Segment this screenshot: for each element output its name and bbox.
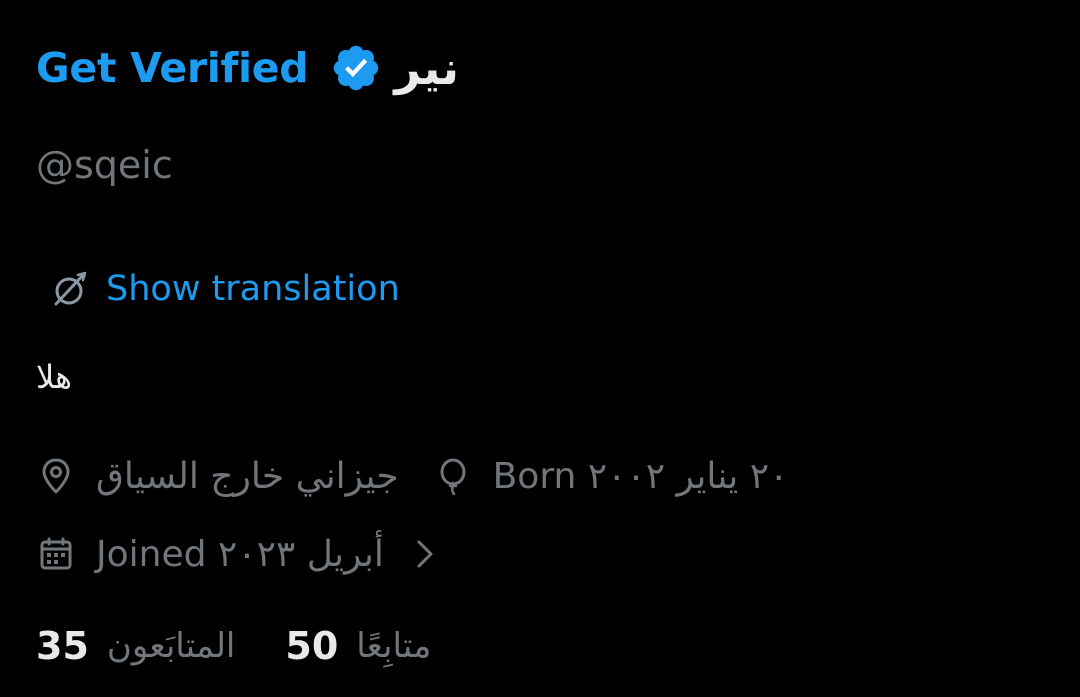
followers-label: متابِعًا [356, 626, 432, 666]
following-link[interactable]: 35 المتابَعون [36, 624, 235, 668]
verified-badge-icon[interactable] [330, 42, 382, 94]
followers-count: 50 [285, 624, 339, 668]
profile-meta-row-1: جيزاني خارج السياق Born ٢٠ يناير ٢٠٠٢ [36, 448, 788, 504]
profile-location: جيزاني خارج السياق [96, 455, 399, 497]
profile-meta-row-2: Joined أبريل ٢٠٢٣ [36, 526, 440, 582]
chevron-right-icon[interactable] [410, 534, 440, 574]
profile-birthday: Born ٢٠ يناير ٢٠٠٢ [492, 455, 789, 497]
translate-globe-icon [48, 266, 94, 312]
get-verified-link[interactable]: Get Verified [36, 44, 309, 92]
following-count: 35 [36, 624, 89, 668]
display-name: نير [394, 41, 460, 95]
location-pin-icon [36, 456, 76, 496]
profile-bio: هلا [36, 358, 72, 396]
bio-row: هلا [36, 352, 72, 402]
show-translation-row[interactable]: Show translation [48, 264, 400, 314]
handle-row: @sqeic [36, 140, 173, 190]
user-handle: @sqeic [36, 143, 173, 187]
following-label: المتابَعون [106, 626, 236, 666]
calendar-icon [36, 534, 76, 574]
followers-link[interactable]: 50 متابِعًا [285, 624, 431, 668]
balloon-icon [433, 456, 473, 496]
profile-name-row: Get Verified نير [36, 38, 459, 98]
profile-joined-date: Joined أبريل ٢٠٢٣ [96, 533, 384, 575]
profile-stats-row: 35 المتابَعون 50 متابِعًا [36, 618, 431, 674]
show-translation-link[interactable]: Show translation [106, 269, 400, 309]
